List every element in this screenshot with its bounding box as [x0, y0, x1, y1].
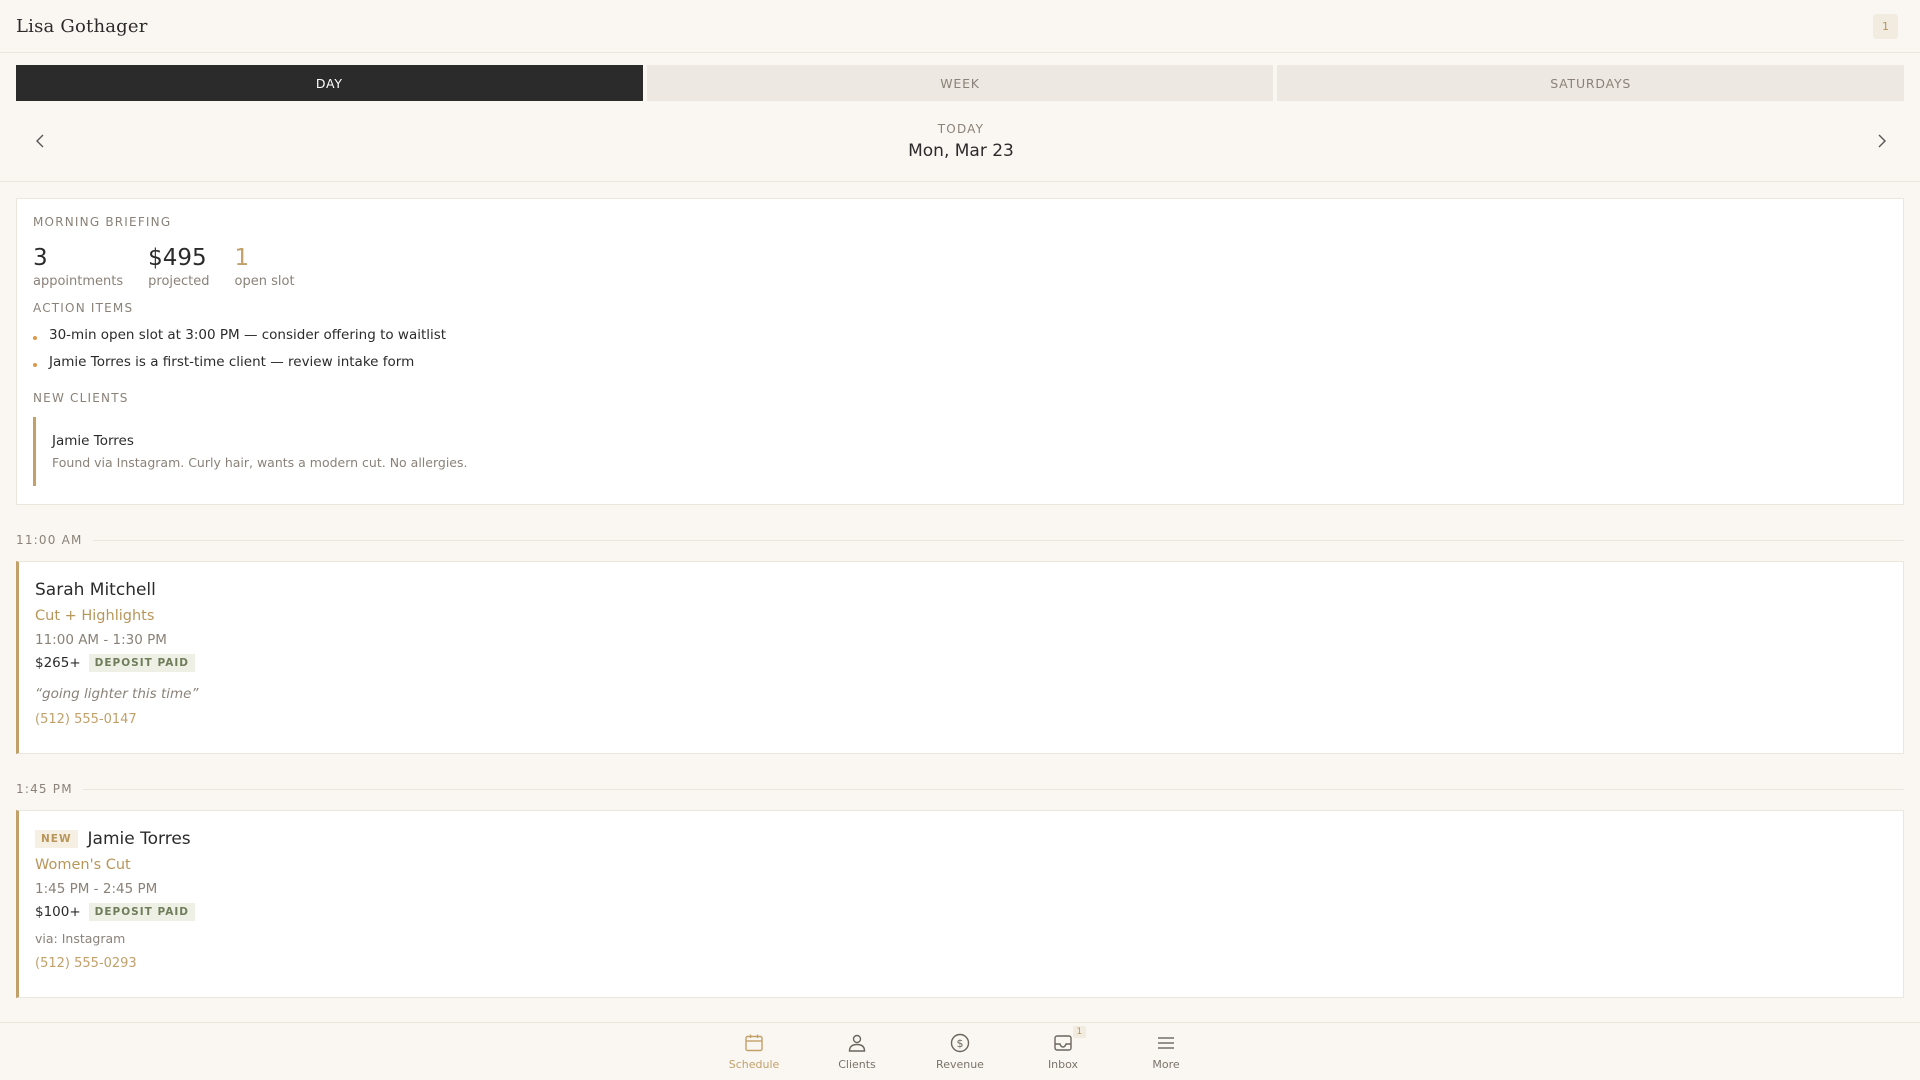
new-clients-title: NEW CLIENTS	[33, 391, 129, 405]
deposit-status-badge: DEPOSIT PAID	[88, 903, 195, 921]
referral-source: via: Instagram	[35, 931, 126, 946]
person-icon	[848, 1034, 866, 1052]
tab-day[interactable]: DAY	[16, 65, 643, 101]
inbox-count-badge: 1	[1072, 1026, 1087, 1038]
time-divider: 11:00 AM	[16, 533, 1904, 547]
inbox-icon	[1054, 1035, 1072, 1051]
bullet-icon	[33, 362, 37, 367]
new-client-note: Found via Instagram. Curly hair, wants a…	[52, 455, 468, 470]
view-tabs: DAY WEEK SATURDAYS	[0, 53, 1920, 101]
nav-label: Inbox	[1047, 1058, 1079, 1071]
stat-projected: $495 projected	[148, 245, 209, 289]
client-name: Sarah Mitchell	[35, 580, 156, 600]
next-day-button[interactable]	[1870, 129, 1894, 153]
nav-more[interactable]: More	[1115, 1032, 1218, 1071]
divider-line	[82, 788, 1904, 790]
divider-line	[92, 539, 1904, 541]
schedule-content: MORNING BRIEFING 3 appointments $495 pro…	[0, 182, 1920, 998]
current-date: TODAY Mon, Mar 23	[908, 122, 1014, 161]
action-item[interactable]: Jamie Torres is a first-time client — re…	[33, 348, 1887, 375]
prev-day-button[interactable]	[28, 129, 52, 153]
menu-icon	[1158, 1037, 1174, 1049]
stat-value: 1	[234, 245, 250, 271]
price: $100+	[35, 904, 81, 920]
new-client-name: Jamie Torres	[52, 433, 134, 449]
date-navigator: TODAY Mon, Mar 23	[0, 101, 1920, 182]
service-name: Women's Cut	[35, 857, 131, 873]
deposit-status-badge: DEPOSIT PAID	[88, 654, 195, 672]
nav-clients[interactable]: Clients	[806, 1032, 909, 1071]
time-divider: 1:45 PM	[16, 782, 1904, 796]
briefing-title: MORNING BRIEFING	[33, 215, 172, 229]
date-label: Mon, Mar 23	[908, 140, 1014, 161]
tab-saturdays[interactable]: SATURDAYS	[1277, 65, 1905, 101]
action-item-text: 30-min open slot at 3:00 PM — consider o…	[49, 326, 447, 343]
action-item-text: Jamie Torres is a first-time client — re…	[49, 353, 415, 370]
nav-schedule[interactable]: Schedule	[703, 1032, 806, 1071]
action-items-title: ACTION ITEMS	[33, 301, 134, 315]
time-slot-label: 1:45 PM	[16, 782, 73, 796]
nav-revenue[interactable]: $ Revenue	[909, 1032, 1012, 1071]
nav-label: Clients	[838, 1058, 876, 1071]
stat-appointments: 3 appointments	[33, 245, 123, 289]
nav-label: Schedule	[728, 1058, 780, 1071]
price: $265+	[35, 655, 81, 671]
appointment-header: Sarah Mitchell	[35, 580, 1887, 600]
app-root: Lisa Gothager 1 DAY WEEK SATURDAYS TODAY…	[0, 0, 1920, 1080]
nav-label: Revenue	[936, 1058, 984, 1071]
client-note: “going lighter this time”	[35, 686, 199, 702]
new-client-card[interactable]: Jamie Torres Found via Instagram. Curly …	[33, 417, 1887, 486]
appointment-card[interactable]: Sarah Mitchell Cut + Highlights 11:00 AM…	[16, 561, 1904, 754]
tab-week[interactable]: WEEK	[646, 65, 1274, 101]
client-name: Jamie Torres	[87, 829, 191, 849]
chevron-right-icon	[1878, 134, 1886, 148]
action-item[interactable]: 30-min open slot at 3:00 PM — consider o…	[33, 321, 1887, 348]
price-row: $265+ DEPOSIT PAID	[35, 654, 1887, 672]
svg-text:$: $	[957, 1037, 964, 1050]
stat-label: projected	[148, 274, 210, 289]
briefing-stats: 3 appointments $495 projected 1 open slo…	[33, 245, 1887, 289]
stat-value: $495	[148, 245, 207, 271]
nav-inbox[interactable]: 1 Inbox	[1012, 1026, 1115, 1071]
time-slot-label: 11:00 AM	[16, 533, 83, 547]
business-name: Lisa Gothager	[16, 15, 148, 37]
stat-open-slot[interactable]: 1 open slot	[235, 245, 295, 289]
bottom-nav-items: Schedule Clients $ Revenue 1 Inbox More	[703, 1026, 1218, 1071]
stat-label: open slot	[234, 274, 295, 289]
dollar-icon: $	[950, 1033, 970, 1053]
phone-link[interactable]: (512) 555-0293	[35, 956, 137, 971]
appointment-header: NEW Jamie Torres	[35, 829, 1887, 849]
action-items-list: 30-min open slot at 3:00 PM — consider o…	[33, 321, 1887, 375]
stat-value: 3	[33, 245, 48, 271]
phone-link[interactable]: (512) 555-0147	[35, 712, 137, 727]
appointment-time: 11:00 AM - 1:30 PM	[35, 632, 167, 648]
calendar-icon	[745, 1034, 763, 1052]
notification-badge[interactable]: 1	[1873, 13, 1898, 39]
price-row: $100+ DEPOSIT PAID	[35, 903, 1887, 921]
stat-label: appointments	[33, 274, 124, 289]
appointment-card[interactable]: NEW Jamie Torres Women's Cut 1:45 PM - 2…	[16, 810, 1904, 998]
app-header: Lisa Gothager 1	[0, 0, 1920, 53]
bottom-navigation: Schedule Clients $ Revenue 1 Inbox More	[0, 1022, 1920, 1080]
morning-briefing-card: MORNING BRIEFING 3 appointments $495 pro…	[16, 198, 1904, 505]
appointment-time: 1:45 PM - 2:45 PM	[35, 881, 158, 897]
service-name: Cut + Highlights	[35, 608, 155, 624]
chevron-left-icon	[36, 134, 44, 148]
today-label: TODAY	[937, 121, 985, 136]
new-client-badge: NEW	[35, 830, 78, 848]
nav-label: More	[1152, 1058, 1180, 1071]
bullet-icon	[33, 335, 37, 340]
